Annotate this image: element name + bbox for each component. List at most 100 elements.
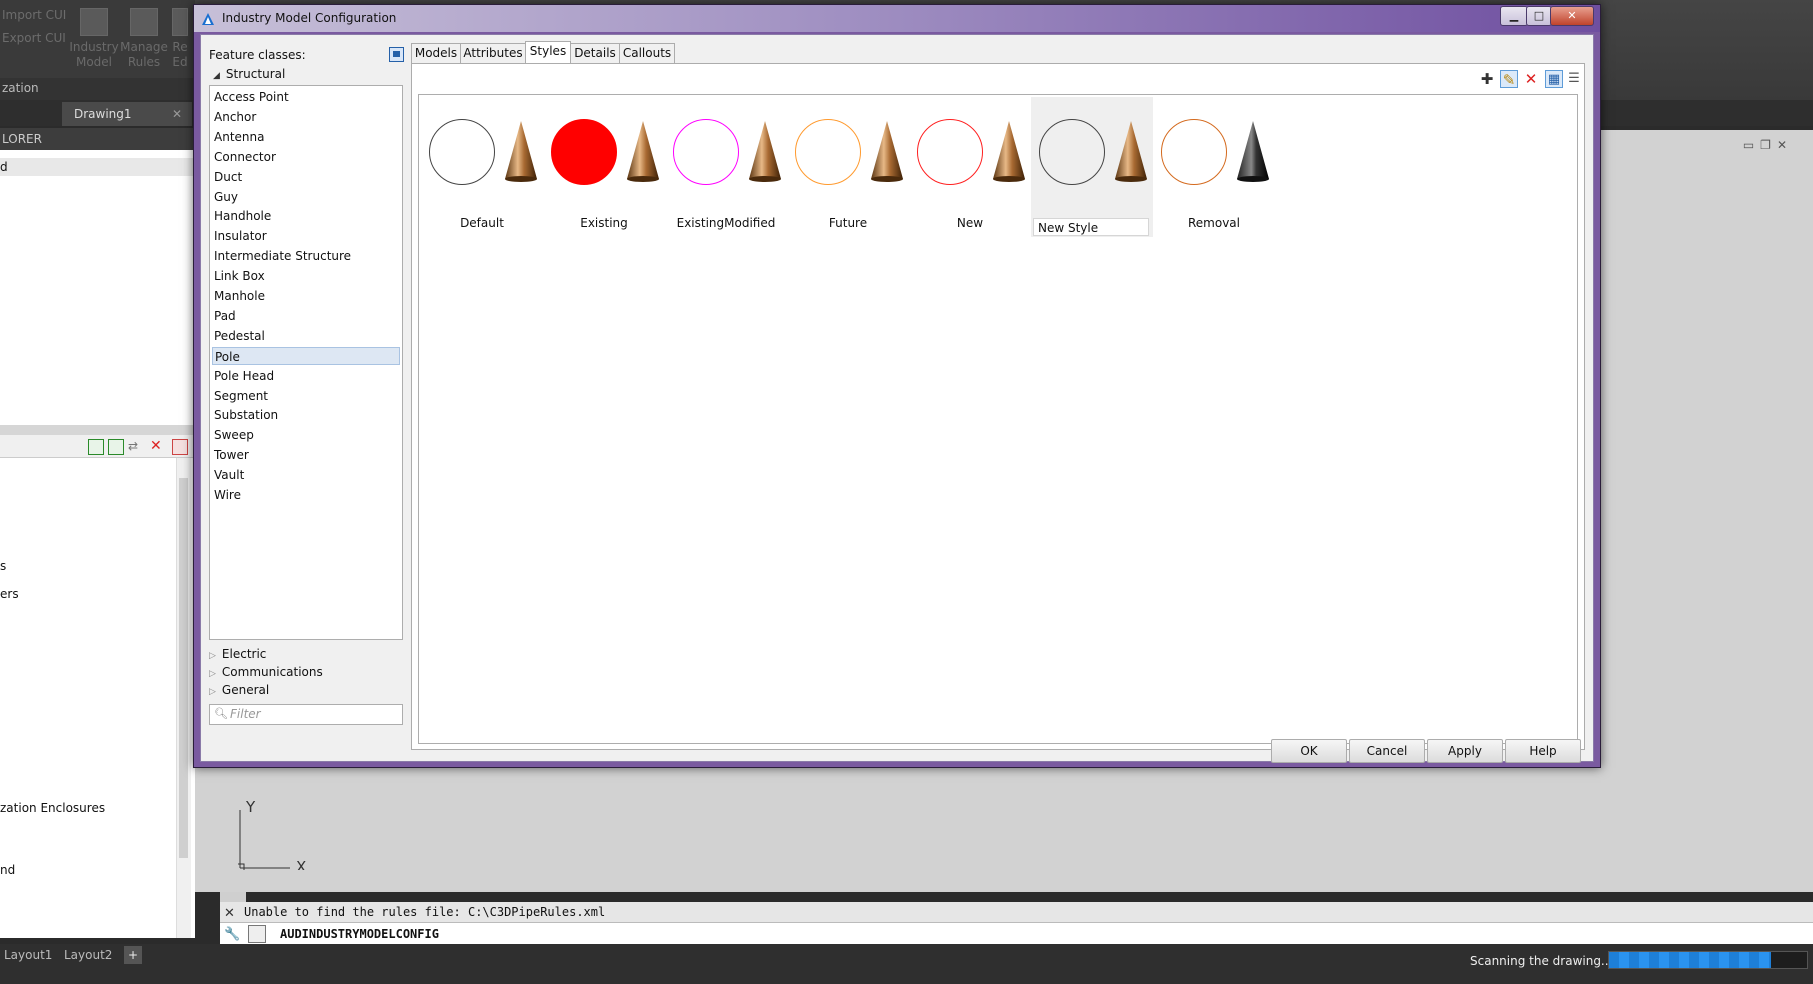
list-item[interactable]: Anchor [214,108,398,126]
styles-tab-page: ✚ ✎ ✕ ▦ ☰ Default Existing ExistingModifie… [411,63,1585,750]
list-item[interactable]: ers [0,587,19,601]
style-circle-swatch [1039,119,1105,185]
close-icon[interactable]: ✕ [224,906,235,921]
style-circle-swatch [429,119,495,185]
cancel-button[interactable]: Cancel [1349,739,1425,763]
industry-model-icon [80,8,108,36]
list-item[interactable]: Vault [214,466,398,484]
list-item[interactable]: s [0,559,6,573]
industry-model-tool[interactable]: Industry Model [68,8,120,70]
style-name-edit-field[interactable]: New Style [1033,218,1149,236]
list-item[interactable]: zation Enclosures [0,801,105,815]
apply-button[interactable]: Apply [1427,739,1503,763]
close-icon[interactable]: ✕ [1777,138,1793,152]
transfer-icon[interactable]: ⇄ [128,439,142,453]
wrench-icon[interactable]: 🔧 [224,927,240,942]
minimize-icon[interactable]: ▭ [1743,138,1760,152]
list-item[interactable]: Link Box [214,267,398,285]
list-item[interactable]: Pole Head [214,367,398,385]
style-tile[interactable]: ExistingModified [665,97,787,237]
manage-rules-tool[interactable]: Manage Rules [118,8,170,70]
list-item[interactable]: Tower [214,446,398,464]
ribbon-panel-title: zation [0,78,195,100]
list-item[interactable]: Segment [214,387,398,405]
command-icon[interactable] [248,925,266,943]
status-message: Scanning the drawing... [1470,954,1613,968]
list-item[interactable]: Intermediate Structure [214,247,398,265]
tree-group-structural[interactable]: ◢ Structural [209,67,285,81]
panel-splitter[interactable] [0,425,195,435]
expand-triangle-icon[interactable]: ▷ [209,687,216,697]
feature-class-options-icon[interactable] [389,47,404,62]
properties-icon[interactable] [172,439,188,455]
tab-styles[interactable]: Styles [525,41,571,64]
style-tile[interactable]: Removal [1153,97,1275,237]
filter-input[interactable]: 🔍︎ Filter [209,704,403,725]
style-gallery[interactable]: Default Existing ExistingModified Future New… [418,94,1578,744]
feature-class-list[interactable]: Access Point Anchor Antenna Connector Duct Gu… [209,85,403,640]
list-item[interactable]: Wire [214,486,398,504]
list-item[interactable]: Duct [214,168,398,186]
list-item[interactable]: Insulator [214,227,398,245]
explorer-row[interactable]: d [0,158,195,176]
dialog-title-bar[interactable]: Industry Model Configuration ▁ □ ✕ [194,5,1600,32]
style-tile[interactable]: Future [787,97,909,237]
delete-icon[interactable]: ✕ [150,439,164,453]
list-item[interactable]: Connector [214,148,398,166]
close-icon[interactable]: ✕ [172,102,182,126]
grid-view-icon[interactable]: ▦ [1545,70,1563,88]
list-item[interactable]: Pad [214,307,398,325]
tab-callouts[interactable]: Callouts [619,43,675,64]
tab-models[interactable]: Models [411,43,461,64]
vertical-scrollbar[interactable] [176,458,191,938]
list-item[interactable]: Guy [214,188,398,206]
style-circle-swatch [673,119,739,185]
delete-icon[interactable]: ✕ [1522,70,1540,88]
style-tile[interactable]: New [909,97,1031,237]
list-item[interactable]: Antenna [214,128,398,146]
list-item[interactable]: nd [0,863,15,877]
list-item[interactable]: Sweep [214,426,398,444]
cone-icon [871,121,903,182]
list-item[interactable]: Pole [212,346,400,365]
ok-button[interactable]: OK [1271,739,1347,763]
edit-icon[interactable]: ✎ [1500,70,1518,89]
list-item[interactable]: Access Point [214,88,398,106]
close-button[interactable]: ✕ [1550,6,1594,26]
style-label: ExistingModified [676,216,776,230]
maximize-button[interactable]: □ [1526,6,1552,26]
list-item[interactable]: Substation [214,406,398,424]
list-view-icon[interactable]: ☰ [1565,70,1583,88]
tab-details[interactable]: Details [570,43,620,64]
command-input[interactable]: AUDINDUSTRYMODELCONFIG [220,922,1813,944]
collapse-triangle-icon[interactable]: ◢ [213,71,220,81]
style-tile[interactable]: New Style [1031,97,1153,237]
tab-attributes[interactable]: Attributes [460,43,526,64]
list-item[interactable]: Handhole [214,207,398,225]
re-ed-tool[interactable]: Re Ed [168,8,192,70]
tree-group-electric[interactable]: ▷ Electric [209,647,266,661]
add-layout-button[interactable]: + [124,946,143,964]
expand-triangle-icon[interactable]: ▷ [209,651,216,661]
tree-group-general[interactable]: ▷ General [209,683,269,697]
minimize-button[interactable]: ▁ [1500,6,1528,26]
new-item-icon[interactable] [88,439,104,455]
scroll-thumb[interactable] [179,478,188,858]
list-item[interactable]: Manhole [214,287,398,305]
layout2-tab[interactable]: Layout2 [60,946,116,964]
style-tile[interactable]: Existing [543,97,665,237]
tree-group-communications[interactable]: ▷ Communications [209,665,323,679]
export-cui-link[interactable]: Export CUI [2,31,66,45]
dialog-title: Industry Model Configuration [222,11,397,25]
new-folder-icon[interactable] [108,439,124,455]
style-tile[interactable]: Default [421,97,543,237]
help-button[interactable]: Help [1505,739,1581,763]
add-icon[interactable]: ✚ [1478,70,1496,88]
restore-icon[interactable]: ❐ [1760,138,1777,152]
explorer-header: LORER [0,128,195,150]
layout1-tab[interactable]: Layout1 [0,946,56,964]
list-item[interactable]: Pedestal [214,327,398,345]
import-cui-link[interactable]: Import CUI [2,8,66,22]
drawing-tab[interactable]: Drawing1 ✕ [62,102,192,126]
expand-triangle-icon[interactable]: ▷ [209,669,216,679]
